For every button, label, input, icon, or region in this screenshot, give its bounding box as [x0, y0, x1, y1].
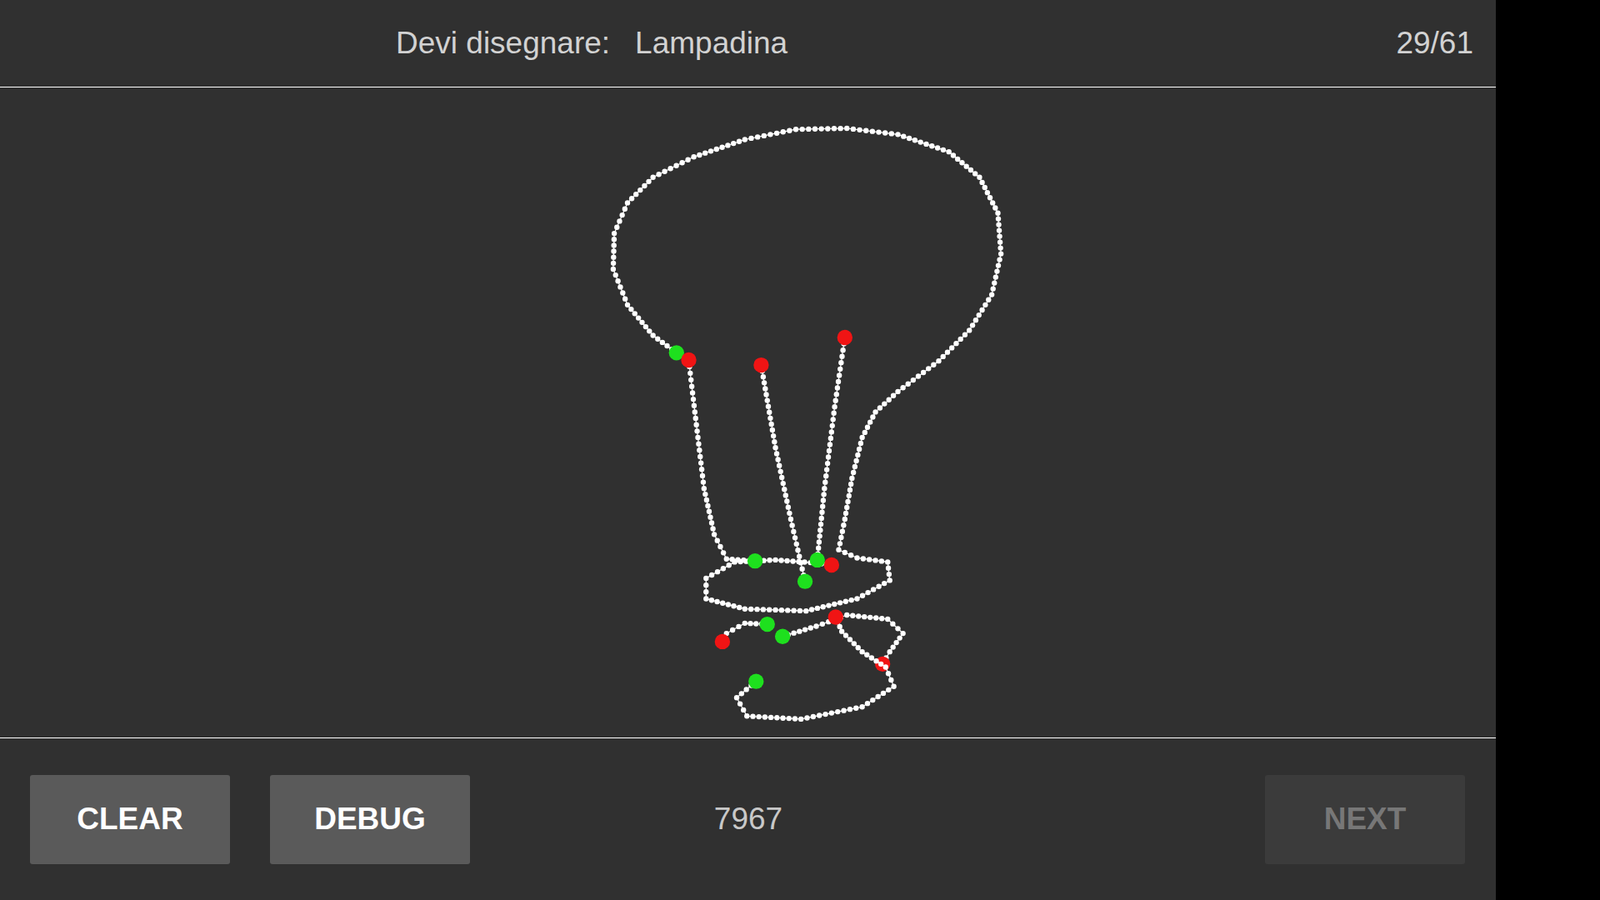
footer: CLEAR DEBUG 7967 NEXT [0, 738, 1496, 900]
stroke [753, 357, 813, 590]
stroke-end-dot [680, 352, 696, 368]
stroke-end-dot [753, 357, 769, 373]
stroke [810, 330, 853, 568]
stroke-start-dot [748, 673, 764, 689]
stroke-start-dot [747, 553, 763, 569]
clear-button[interactable]: CLEAR [30, 775, 230, 865]
debug-button[interactable]: DEBUG [270, 775, 470, 865]
stroke-start-dot [797, 573, 813, 589]
side-strip [1495, 0, 1600, 900]
next-button[interactable]: NEXT [1265, 775, 1465, 865]
prompt-label: Devi disegnare: [395, 20, 610, 67]
stroke-end-dot [715, 634, 730, 650]
header: Devi disegnare: Lampadina 29/61 [0, 0, 1496, 88]
stroke [715, 616, 775, 650]
progress-counter: 29/61 [1395, 20, 1474, 67]
stroke-start-dot [760, 616, 775, 632]
stroke-end-dot [837, 330, 853, 345]
stroke [610, 125, 1005, 615]
stroke-start-dot [810, 552, 825, 568]
score: 7967 [714, 801, 783, 836]
stroke-start-dot [775, 629, 790, 645]
app: Devi disegnare: Lampadina 29/61 CLEAR DE… [0, 0, 1496, 900]
target-word: Lampadina [635, 20, 788, 67]
stroke [734, 609, 897, 722]
stroke-end-dot [824, 557, 840, 573]
drawing-canvas[interactable] [0, 87, 1496, 739]
stroke-end-dot [828, 609, 844, 625]
stroke [680, 352, 763, 570]
